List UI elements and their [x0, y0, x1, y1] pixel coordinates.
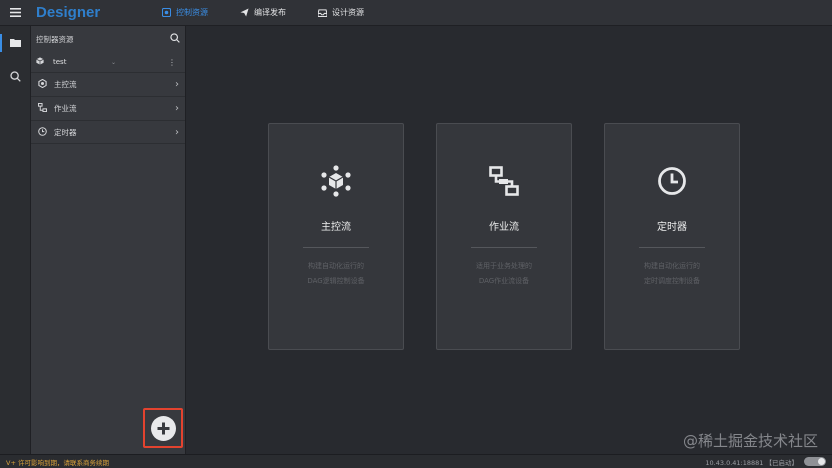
top-bar: Designer 控制资源 编译发布 设计资源 [0, 0, 832, 26]
add-resource-button[interactable] [143, 408, 183, 448]
cube-icon [36, 57, 44, 67]
sidebar-item-label: 定时器 [54, 127, 77, 137]
tab-label: 控制资源 [176, 8, 208, 17]
panel-search-icon[interactable] [170, 33, 180, 45]
folder-icon [10, 38, 21, 49]
tab-label: 设计资源 [332, 8, 364, 17]
send-icon [240, 8, 249, 17]
sidebar-item-master-flow[interactable]: 主控流 › [31, 72, 185, 96]
card-divider [471, 247, 537, 248]
status-bar: V+ 许可影响到期，请联系商务续期 10.43.0.41:18881 【已启动】 [0, 454, 832, 468]
card-title: 作业流 [489, 222, 519, 233]
more-vertical-icon[interactable]: ⋮ [168, 58, 176, 67]
server-toggle[interactable] [804, 457, 826, 466]
project-selector[interactable]: test ⌄ ⋮ [31, 52, 185, 72]
sidebar-item-label: 作业流 [54, 104, 77, 113]
watermark: @稀土掘金技术社区 [682, 432, 818, 450]
hexagon-cube-icon [320, 164, 352, 198]
card-title: 定时器 [657, 222, 687, 233]
card-divider [303, 247, 369, 248]
sidebar-item-label: 主控流 [54, 80, 77, 89]
hexagon-cube-icon [38, 78, 47, 90]
flow-icon [489, 164, 519, 198]
resource-panel: 控制器资源 test ⌄ ⋮ 主控流 › 作业流 › 定时器 › [31, 26, 186, 454]
card-description-line: DAG作业流设备 [478, 277, 530, 285]
app-brand: Designer [36, 4, 101, 21]
left-icon-rail [0, 26, 31, 454]
hamburger-menu-icon[interactable] [0, 0, 30, 26]
sidebar-item-job-flow[interactable]: 作业流 › [31, 96, 185, 120]
tab-label: 编译发布 [254, 8, 286, 17]
card-description: 适用于业务处理的 DAG作业流设备 [476, 259, 532, 289]
rail-search-button[interactable] [0, 60, 31, 94]
clock-icon [657, 164, 687, 198]
chevron-right-icon: › [175, 103, 179, 114]
tab-control-resources[interactable]: 控制资源 [150, 0, 220, 26]
card-description-line: 适用于业务处理的 [476, 262, 532, 270]
card-description: 构建自动化运行的 定时调度控制设备 [644, 259, 700, 289]
tab-design-resources[interactable]: 设计资源 [306, 0, 376, 26]
card-description-line: DAG逻辑控制设备 [307, 277, 365, 285]
panel-title: 控制器资源 [36, 34, 74, 44]
license-warning[interactable]: V+ 许可影响到期，请联系商务续期 [6, 457, 109, 467]
card-description: 构建自动化运行的 DAG逻辑控制设备 [307, 259, 364, 289]
tab-compile-publish[interactable]: 编译发布 [228, 0, 298, 26]
card-description-line: 构建自动化运行的 [307, 262, 364, 270]
plus-icon [150, 415, 176, 441]
clock-icon [38, 126, 47, 138]
control-icon [162, 8, 171, 17]
card-description-line: 构建自动化运行的 [644, 262, 700, 270]
search-icon [10, 70, 21, 84]
inbox-icon [318, 8, 327, 17]
chevron-down-icon[interactable]: ⌄ [111, 59, 116, 66]
project-name: test [53, 58, 67, 66]
card-master-flow[interactable]: 主控流 构建自动化运行的 DAG逻辑控制设备 [268, 123, 404, 350]
flow-icon [37, 102, 48, 114]
chevron-right-icon: › [175, 126, 179, 138]
card-divider [639, 247, 705, 248]
card-description-line: 定时调度控制设备 [644, 277, 700, 285]
rail-resources-button[interactable] [0, 26, 31, 60]
card-job-flow[interactable]: 作业流 适用于业务处理的 DAG作业流设备 [436, 123, 572, 350]
server-status: 10.43.0.41:18881 【已启动】 [705, 458, 798, 467]
status-right-group: 10.43.0.41:18881 【已启动】 [705, 457, 826, 467]
chevron-right-icon: › [175, 79, 179, 90]
card-title: 主控流 [321, 222, 351, 233]
panel-header: 控制器资源 [31, 26, 185, 52]
card-timer[interactable]: 定时器 构建自动化运行的 定时调度控制设备 [604, 123, 740, 350]
sidebar-item-timer[interactable]: 定时器 › [31, 120, 185, 144]
